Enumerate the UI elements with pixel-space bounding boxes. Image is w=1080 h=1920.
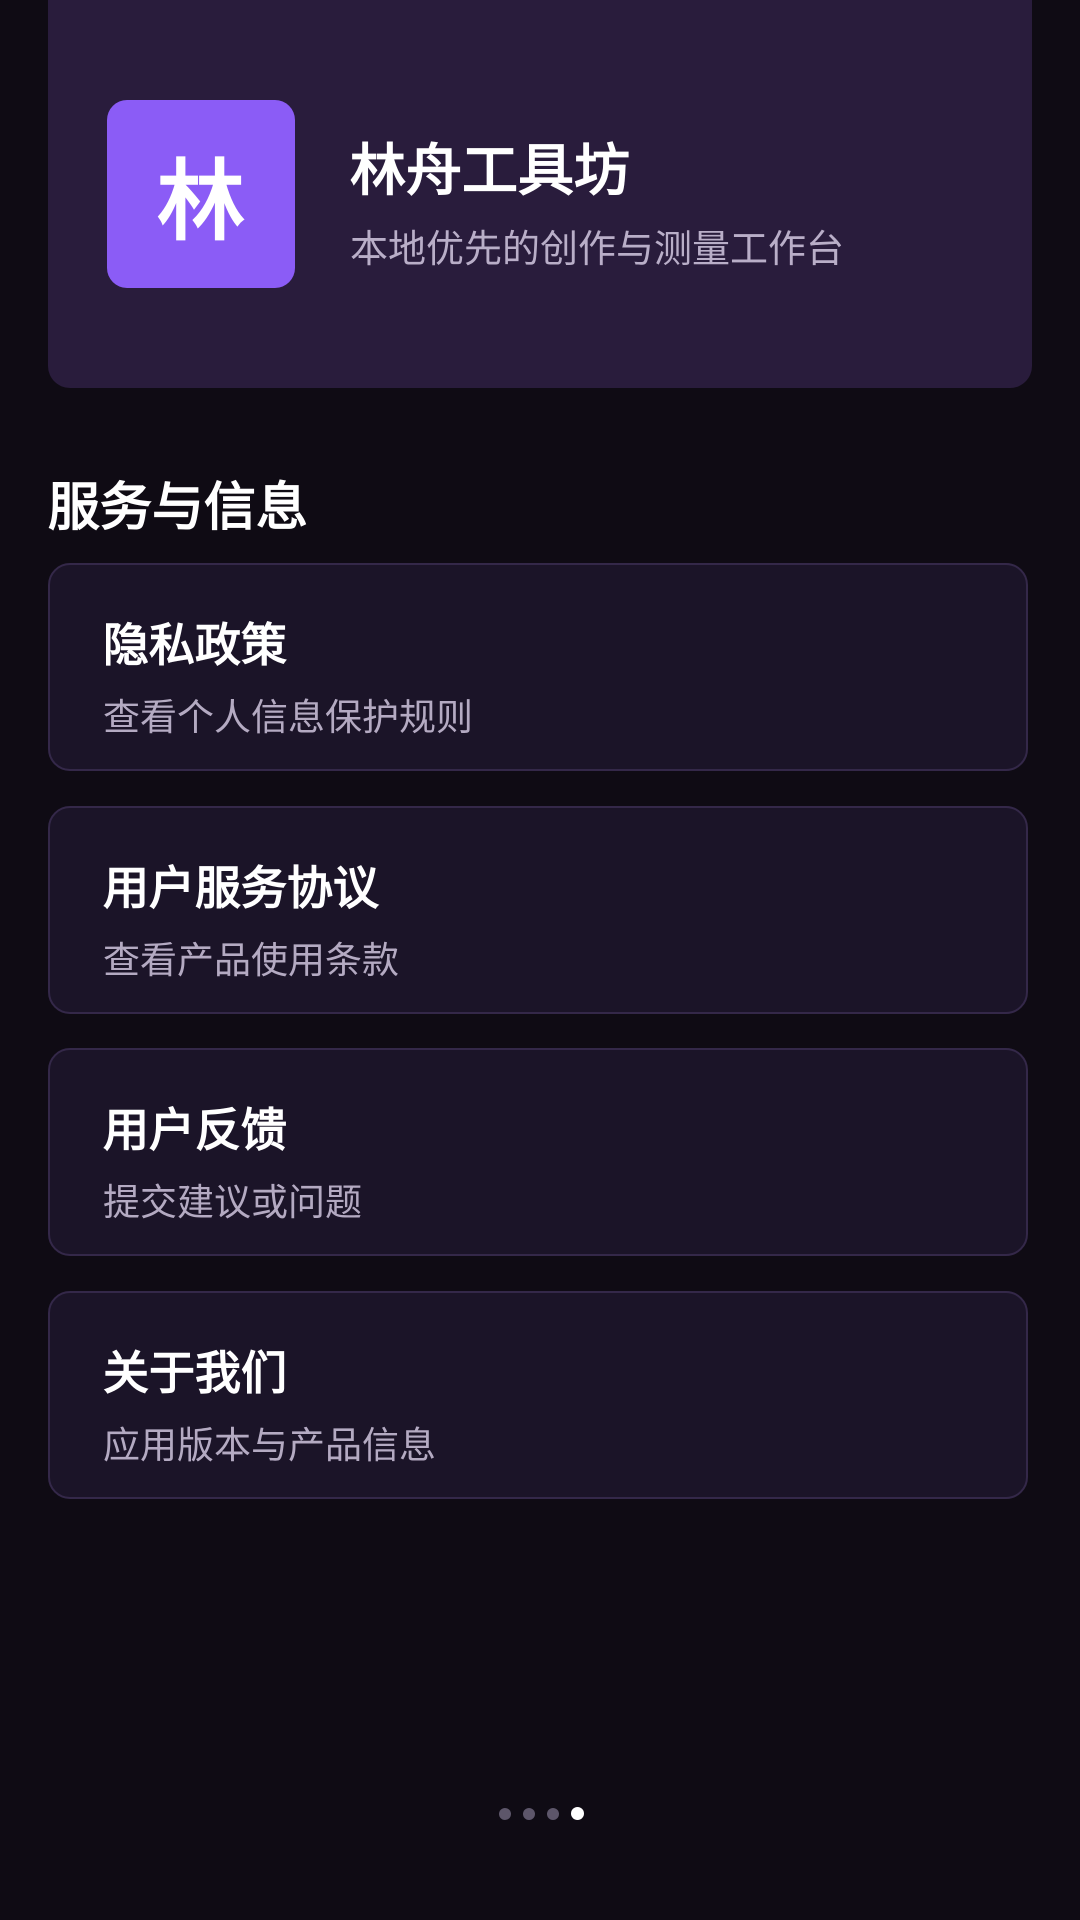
page-dot-1[interactable] — [498, 1808, 511, 1820]
page-dot-4[interactable] — [570, 1807, 584, 1820]
menu-item-title: 用户反馈 — [103, 1103, 287, 1157]
menu-item-title: 隐私政策 — [103, 618, 287, 672]
user-feedback-item[interactable]: 用户反馈 提交建议或问题 — [48, 1048, 1028, 1256]
user-agreement-item[interactable]: 用户服务协议 查看产品使用条款 — [48, 806, 1028, 1014]
menu-item-subtitle: 应用版本与产品信息 — [103, 1424, 436, 1467]
privacy-policy-item[interactable]: 隐私政策 查看个人信息保护规则 — [48, 563, 1028, 771]
app-tagline: 本地优先的创作与测量工作台 — [350, 227, 845, 271]
app-logo: 林 — [107, 100, 295, 288]
page-dot-2[interactable] — [522, 1808, 535, 1820]
menu-item-subtitle: 查看产品使用条款 — [103, 939, 399, 982]
menu-item-subtitle: 查看个人信息保护规则 — [103, 696, 473, 739]
menu-item-title: 用户服务协议 — [103, 861, 379, 915]
menu-item-title: 关于我们 — [103, 1346, 287, 1400]
page-indicator — [0, 1806, 1080, 1822]
section-title: 服务与信息 — [48, 478, 309, 538]
about-us-item[interactable]: 关于我们 应用版本与产品信息 — [48, 1291, 1028, 1499]
app-name: 林舟工具坊 — [350, 139, 630, 204]
menu-item-subtitle: 提交建议或问题 — [103, 1181, 362, 1224]
page-dot-3[interactable] — [546, 1808, 559, 1820]
